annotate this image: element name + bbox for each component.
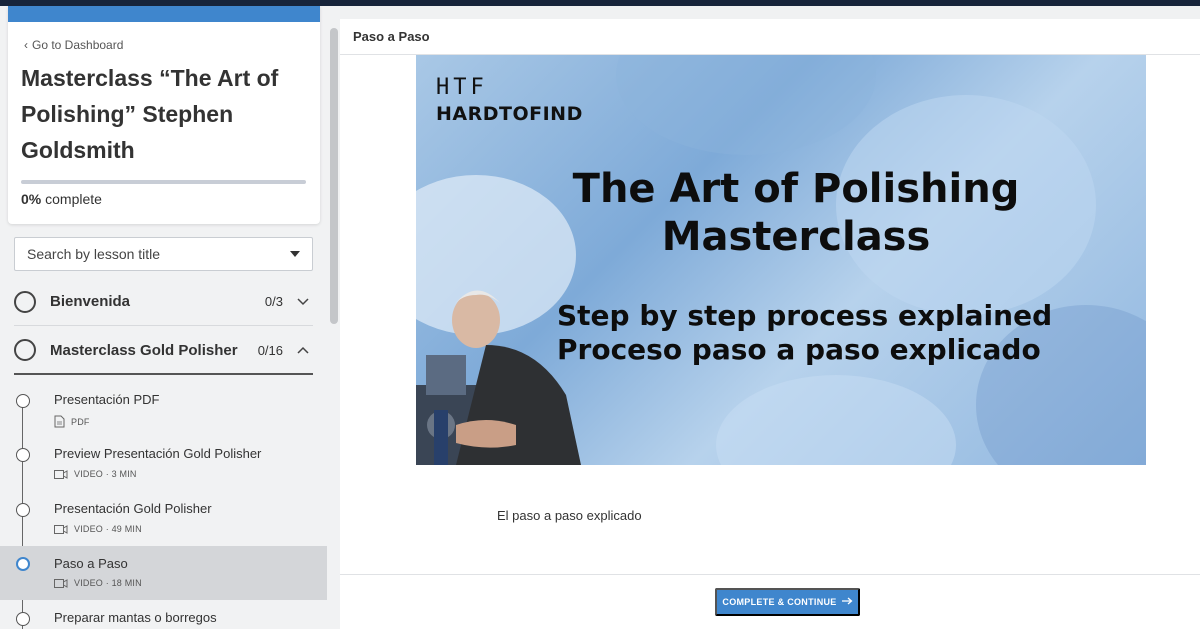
video-title-line2: Masterclass: [661, 214, 931, 260]
lesson-item[interactable]: Preparar mantas o borregos: [0, 605, 327, 629]
lesson-content: Paso a Paso HTF HARDTOFIND The Art of Po…: [340, 19, 1200, 629]
lesson-meta: VIDEO · 18 MIN: [54, 578, 142, 588]
craftsman-image: [416, 290, 581, 465]
section-status-circle-icon: [14, 339, 36, 361]
lesson-item[interactable]: Presentación PDF PDF: [0, 387, 327, 441]
sidebar-scrollbar[interactable]: [330, 28, 338, 324]
complete-continue-button[interactable]: COMPLETE & CONTINUE: [715, 588, 860, 616]
video-subtitle-line1: Step by step process explained: [557, 299, 1053, 332]
section-title: Bienvenida: [50, 293, 131, 310]
lesson-meta-text: PDF: [71, 416, 90, 427]
course-title: Masterclass “The Art of Polishing” Steph…: [21, 65, 279, 163]
section-bienvenida[interactable]: Bienvenida 0/3: [14, 278, 313, 326]
search-placeholder: Search by lesson title: [27, 246, 161, 262]
video-player[interactable]: HTF HARDTOFIND The Art of Polishing Mast…: [416, 55, 1146, 465]
lesson-meta: VIDEO · 49 MIN: [54, 524, 142, 534]
video-subtitle: Step by step process explained Proceso p…: [557, 299, 1052, 367]
video-subtitle-line2: Proceso paso a paso explicado: [557, 333, 1041, 366]
lesson-meta-text: VIDEO · 49 MIN: [74, 524, 142, 534]
lesson-status-circle-icon: [16, 503, 30, 517]
lesson-status-circle-icon: [16, 448, 30, 462]
progress-bar: [21, 180, 306, 184]
hardtofind-logo: HTF HARDTOFIND: [436, 75, 583, 126]
lesson-status-circle-icon: [16, 394, 30, 408]
chevron-down-icon: [297, 296, 309, 308]
lesson-item-active[interactable]: Paso a Paso VIDEO · 18 MIN: [0, 546, 327, 600]
cta-label: COMPLETE & CONTINUE: [722, 597, 837, 607]
arrow-right-icon: [841, 597, 853, 607]
video-icon: [54, 469, 68, 479]
lesson-status-circle-icon: [16, 612, 30, 626]
lesson-item[interactable]: Presentación Gold Polisher VIDEO · 49 MI…: [0, 496, 327, 550]
back-label: Go to Dashboard: [32, 38, 124, 52]
video-title: The Art of Polishing Masterclass: [416, 165, 1146, 261]
video-icon: [54, 524, 68, 534]
lesson-title: Presentación PDF: [54, 392, 160, 407]
progress-suffix: complete: [45, 191, 102, 207]
lesson-title: Presentación Gold Polisher: [54, 501, 212, 516]
logo-name: HARDTOFIND: [436, 103, 583, 125]
lesson-title: Preview Presentación Gold Polisher: [54, 446, 262, 461]
caret-down-icon: [290, 251, 300, 257]
footer-divider: [340, 574, 1200, 575]
logo-mark: HTF: [436, 75, 488, 100]
lesson-search-select[interactable]: Search by lesson title: [14, 237, 313, 271]
lesson-status-circle-icon: [16, 557, 30, 571]
section-title: Masterclass Gold Polisher: [50, 341, 238, 359]
lesson-meta: PDF: [54, 415, 90, 428]
section-status-circle-icon: [14, 290, 36, 313]
lesson-header-title: Paso a Paso: [340, 19, 1200, 55]
lesson-meta: VIDEO · 3 MIN: [54, 469, 137, 479]
lesson-title: Preparar mantas o borregos: [54, 610, 217, 625]
go-to-dashboard-link[interactable]: ‹ Go to Dashboard: [24, 38, 123, 52]
lesson-meta-text: VIDEO · 3 MIN: [74, 469, 137, 479]
chevron-left-icon: ‹: [24, 38, 28, 52]
progress-text: 0% complete: [21, 191, 102, 207]
lesson-title: Paso a Paso: [54, 556, 128, 571]
chevron-up-icon: [297, 344, 309, 356]
section-count: 0/3: [264, 294, 283, 309]
section-count: 0/16: [257, 342, 283, 358]
lesson-description: El paso a paso explicado: [497, 508, 642, 523]
course-sidebar: ‹ Go to Dashboard Masterclass “The Art o…: [0, 6, 340, 629]
video-title-line1: The Art of Polishing: [572, 166, 1020, 212]
video-icon: [54, 578, 68, 588]
course-card-stripe: [8, 6, 320, 22]
section-masterclass-gold-polisher[interactable]: Masterclass Gold Polisher 0/16: [14, 327, 313, 375]
pdf-icon: [54, 415, 65, 428]
lesson-item[interactable]: Preview Presentación Gold Polisher VIDEO…: [0, 441, 327, 495]
progress-percent: 0%: [21, 191, 42, 207]
lesson-meta-text: VIDEO · 18 MIN: [74, 578, 142, 588]
course-info-card: ‹ Go to Dashboard Masterclass “The Art o…: [8, 6, 320, 224]
